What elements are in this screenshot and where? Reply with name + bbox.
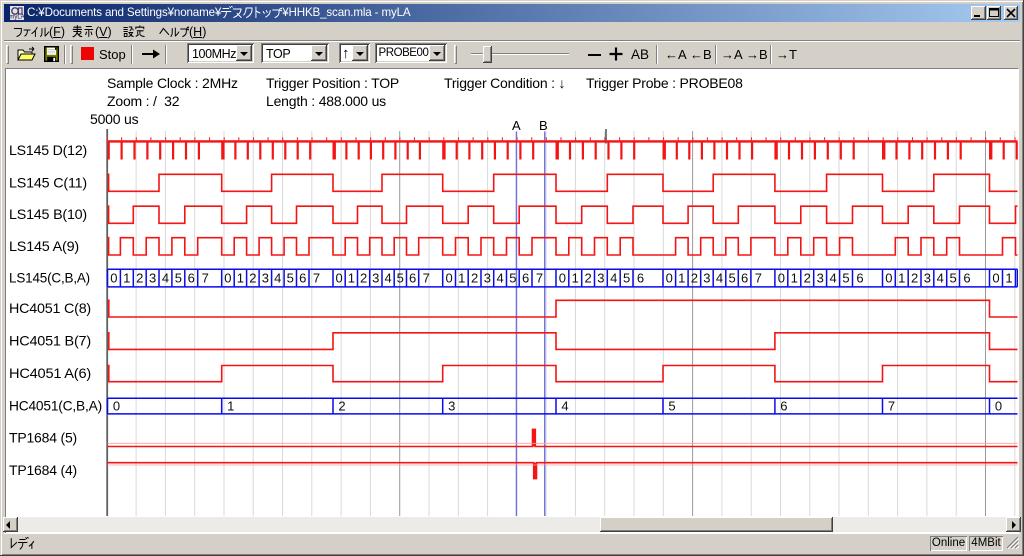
svg-text:0: 0 [559,271,566,286]
svg-text:5: 5 [509,271,516,286]
svg-text:HC4051(C,B,A): HC4051(C,B,A) [9,397,102,413]
svg-text:4: 4 [610,271,617,286]
svg-text:7: 7 [423,271,430,286]
svg-text:4: 4 [496,271,503,286]
svg-text:6: 6 [856,271,863,286]
svg-text:7: 7 [313,271,320,286]
svg-text:1: 1 [237,271,244,286]
svg-text:1: 1 [898,271,905,286]
svg-text:0: 0 [778,271,785,286]
svg-text:1: 1 [123,271,130,286]
svg-text:6: 6 [522,271,529,286]
svg-text:7: 7 [536,271,543,286]
svg-text:2: 2 [338,398,345,413]
svg-text:5: 5 [175,271,182,286]
svg-text:0: 0 [224,271,231,286]
svg-text:LS145 C(11): LS145 C(11) [9,174,87,190]
svg-text:0: 0 [885,271,892,286]
svg-text:1: 1 [458,271,465,286]
svg-text:HC4051 A(6): HC4051 A(6) [9,365,91,381]
svg-text:3: 3 [372,271,379,286]
svg-text:5: 5 [397,271,404,286]
svg-text:7: 7 [202,271,209,286]
svg-text:2: 2 [136,271,143,286]
svg-text:3: 3 [817,271,824,286]
svg-text:3: 3 [597,271,604,286]
svg-text:4: 4 [384,271,391,286]
svg-text:3: 3 [703,271,710,286]
svg-text:6: 6 [780,398,787,413]
svg-text:3: 3 [262,271,269,286]
svg-text:myLA: myLA [10,15,24,21]
svg-text:3: 3 [484,271,491,286]
svg-text:3: 3 [149,271,156,286]
svg-text:TP1684 (5): TP1684 (5) [9,429,77,445]
svg-text:3: 3 [448,398,455,413]
svg-text:1: 1 [678,271,685,286]
svg-text:2: 2 [249,271,256,286]
svg-text:0: 0 [110,271,117,286]
svg-text:1: 1 [791,271,798,286]
svg-text:4: 4 [829,271,836,286]
svg-text:5: 5 [668,398,675,413]
svg-text:2: 2 [911,271,918,286]
svg-text:HC4051 B(7): HC4051 B(7) [9,332,91,348]
svg-text:4: 4 [716,271,723,286]
svg-text:5: 5 [842,271,849,286]
svg-text:LS145 A(9): LS145 A(9) [9,238,79,254]
svg-text:1: 1 [348,271,355,286]
svg-text:2: 2 [584,271,591,286]
svg-text:0: 0 [992,271,999,286]
svg-text:4: 4 [274,271,281,286]
svg-text:1: 1 [572,271,579,286]
svg-text:4: 4 [937,271,944,286]
svg-text:6: 6 [188,271,195,286]
svg-text:2: 2 [691,271,698,286]
svg-text:LS145(C,B,A): LS145(C,B,A) [9,269,90,285]
svg-text:6: 6 [637,271,644,286]
svg-text:2: 2 [471,271,478,286]
svg-text:0: 0 [666,271,673,286]
svg-text:0: 0 [995,398,1002,413]
svg-text:5: 5 [949,271,956,286]
svg-text:5: 5 [728,271,735,286]
svg-text:0: 0 [113,398,120,413]
svg-text:4: 4 [561,398,568,413]
svg-text:0: 0 [335,271,342,286]
svg-text:6: 6 [409,271,416,286]
svg-text:7: 7 [755,271,762,286]
svg-text:TP1684 (4): TP1684 (4) [9,462,77,478]
svg-text:2: 2 [360,271,367,286]
svg-text:LS145 B(10): LS145 B(10) [9,206,87,222]
svg-text:4: 4 [162,271,169,286]
svg-text:6: 6 [963,271,970,286]
svg-text:3: 3 [924,271,931,286]
svg-text:6: 6 [741,271,748,286]
svg-text:6: 6 [299,271,306,286]
svg-text:2: 2 [804,271,811,286]
svg-text:7: 7 [888,398,895,413]
svg-text:0: 0 [445,271,452,286]
svg-text:5: 5 [287,271,294,286]
svg-text:HC4051 C(8): HC4051 C(8) [9,300,91,316]
svg-text:5: 5 [623,271,630,286]
svg-text:1: 1 [227,398,234,413]
svg-text:1: 1 [1005,271,1012,286]
svg-text:LS145 D(12): LS145 D(12) [9,142,87,158]
